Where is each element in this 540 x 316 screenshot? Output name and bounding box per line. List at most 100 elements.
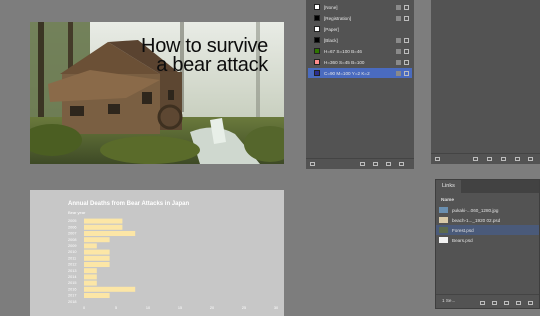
process-color-icon	[396, 37, 401, 43]
link-filename: beach-1..._1920 02.psd	[452, 217, 501, 223]
link-row[interactable]: Bears.psd	[436, 235, 539, 245]
chart-title: Annual Deaths from Bear Attacks in Japan	[68, 201, 189, 207]
tab-links[interactable]: Links	[436, 180, 461, 193]
link-row[interactable]: beach-1..._1920 02.psd	[436, 215, 539, 225]
document-page-chart[interactable]: Annual Deaths from Bear Attacks in Japan…	[30, 190, 284, 316]
chart-bar	[84, 218, 123, 224]
chart-bar	[84, 268, 97, 274]
swatch-label: H=360 S=45 B=100	[324, 59, 365, 65]
links-selection-count: 1 Se...	[442, 298, 456, 303]
swatch-label: H=67 S=100 B=46	[324, 48, 362, 54]
swatch-view-icon[interactable]	[310, 162, 315, 166]
swatch-row[interactable]: H=360 S=45 B=100	[308, 57, 412, 67]
swatch-row[interactable]: [Black]	[308, 35, 412, 45]
swatch-color-chip	[314, 70, 320, 76]
chart-bar	[84, 280, 97, 286]
color-mode-icon	[404, 59, 409, 65]
swatch-label: [None]	[324, 4, 338, 10]
swatches-footer	[306, 158, 414, 169]
bear-deaths-chart: Annual Deaths from Bear Attacks in Japan…	[68, 201, 278, 310]
link-filename: pukaki-...060_1280.jpg	[452, 207, 499, 213]
swatch-row[interactable]: [Registration]	[308, 13, 412, 23]
chart-subtitle: Bear year	[68, 210, 86, 215]
trash-icon[interactable]	[528, 157, 533, 161]
swatch-label: [Black]	[324, 37, 338, 43]
chart-category-label: 2011	[68, 256, 76, 260]
trash-icon[interactable]	[399, 162, 404, 166]
secondary-panel[interactable]	[431, 0, 540, 164]
link-thumbnail	[439, 207, 448, 213]
swatch-label: [Paper]	[324, 26, 339, 32]
document-page-cover[interactable]: How to survive a bear attack	[30, 22, 284, 164]
chart-category-label: 2014	[68, 275, 76, 279]
link-settings-icon[interactable]	[501, 157, 506, 161]
chart-bar	[84, 237, 110, 243]
chart-x-tick-label: 10	[146, 306, 150, 310]
chart-bar	[84, 255, 110, 261]
place-icon[interactable]	[473, 157, 478, 161]
color-mode-icon	[404, 15, 409, 21]
chart-category-label: 2006	[68, 225, 76, 229]
new-color-group-icon[interactable]	[360, 162, 365, 166]
edit-original-icon[interactable]	[516, 301, 521, 305]
swatch-color-chip	[314, 26, 320, 32]
swatch-color-chip	[314, 4, 320, 10]
registration-icon	[396, 15, 401, 21]
panel-view-icon[interactable]	[435, 157, 440, 161]
link-filename: Bears.psd	[452, 237, 473, 243]
color-mode-icon	[404, 48, 409, 54]
folder-icon[interactable]	[487, 157, 492, 161]
link-row[interactable]: pukaki-...060_1280.jpg	[436, 205, 539, 215]
none-swatch-icon	[396, 4, 401, 10]
relink-icon[interactable]	[480, 301, 485, 305]
chart-category-label: 2007	[68, 232, 76, 236]
link-thumbnail	[439, 237, 448, 243]
chart-x-tick-label: 25	[242, 306, 246, 310]
folder-icon[interactable]	[373, 162, 378, 166]
links-footer: 1 Se...	[436, 294, 539, 308]
update-link-icon[interactable]	[504, 301, 509, 305]
chart-bar	[84, 249, 110, 255]
link-thumbnail	[439, 217, 448, 223]
swatch-row[interactable]: [None]	[308, 2, 412, 12]
chart-bar	[84, 231, 136, 236]
color-mode-icon	[404, 70, 409, 76]
chart-category-label: 2015	[68, 281, 76, 285]
chart-bar	[84, 274, 97, 280]
new-item-icon[interactable]	[515, 157, 520, 161]
swatches-panel[interactable]: [None] [Registration] [Paper] [Black] H=67 S…	[306, 0, 414, 169]
chart-bar	[84, 243, 97, 249]
links-name-column-header[interactable]: Name	[441, 198, 454, 203]
process-color-icon	[396, 48, 401, 54]
chart-x-tick-label: 5	[115, 306, 117, 310]
links-tabbar: Links	[436, 180, 539, 193]
color-mode-icon	[404, 37, 409, 43]
secondary-panel-footer	[431, 153, 540, 164]
chart-bar	[84, 262, 110, 267]
swatch-row[interactable]: H=67 S=100 B=46	[308, 46, 412, 56]
links-panel[interactable]: Links Name pukaki-...060_1280.jpg beach-1…	[435, 179, 540, 309]
swatch-row[interactable]: [Paper]	[308, 24, 412, 34]
chart-category-label: 2010	[68, 250, 76, 254]
chart-x-tick-label: 15	[178, 306, 182, 310]
new-swatch-icon[interactable]	[386, 162, 391, 166]
swatch-label: [Registration]	[324, 15, 352, 21]
swatch-color-chip	[314, 15, 320, 21]
chart-category-label: 2005	[68, 219, 76, 223]
chart-x-tick-label: 20	[210, 306, 214, 310]
chart-x-tick-label: 30	[274, 306, 278, 310]
chart-category-label: 2016	[68, 287, 76, 291]
chart-category-label: 2009	[68, 244, 76, 248]
chart-bar	[84, 293, 110, 298]
link-chain-icon[interactable]	[492, 301, 497, 305]
chart-bar	[84, 286, 136, 292]
link-filename: Forest.psd	[452, 227, 474, 233]
swatch-row[interactable]: C=90 M=100 Y=2 K=2	[308, 68, 412, 78]
chart-category-label: 2018	[68, 300, 76, 304]
swatch-color-chip	[314, 48, 320, 54]
edit-pencil-icon[interactable]	[528, 301, 533, 305]
link-row[interactable]: Forest.psd	[436, 225, 539, 235]
chart-category-label: 2013	[68, 269, 76, 273]
page-headline: How to survive a bear attack	[141, 35, 268, 76]
swatch-label: C=90 M=100 Y=2 K=2	[324, 70, 370, 76]
